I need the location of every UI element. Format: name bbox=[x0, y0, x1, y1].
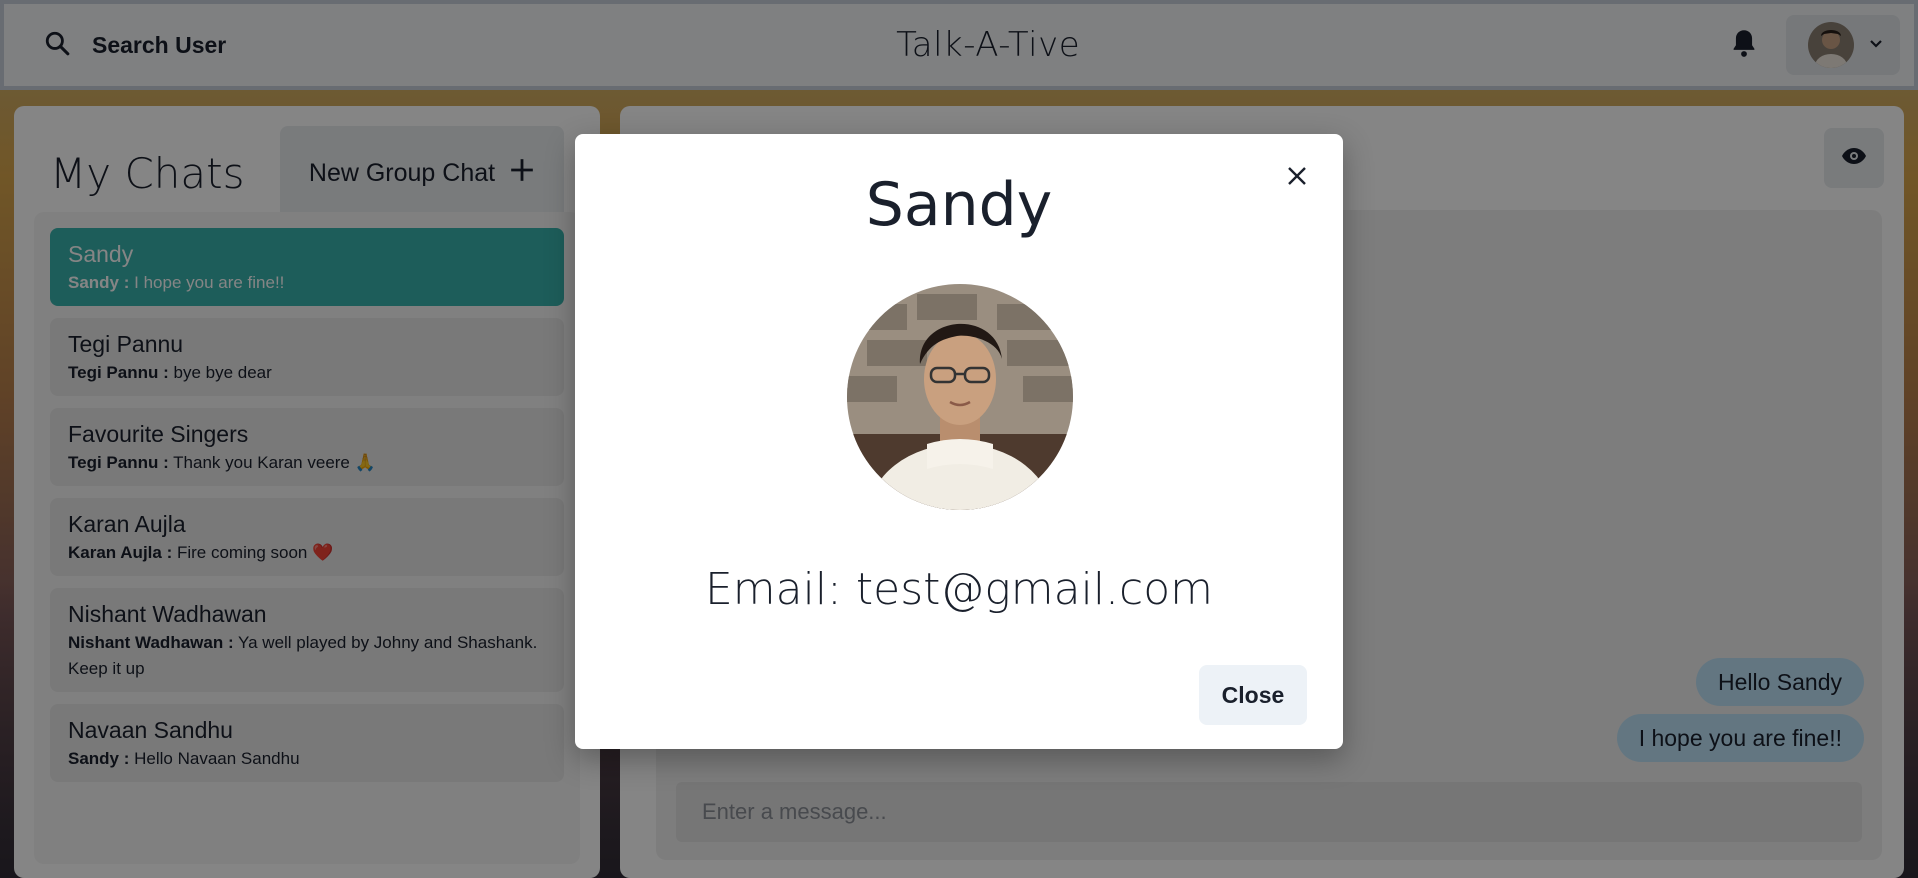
profile-email: Email: test@gmail.com bbox=[704, 564, 1214, 615]
close-button[interactable]: Close bbox=[1199, 665, 1307, 725]
modal-title: Sandy bbox=[865, 170, 1053, 240]
close-icon[interactable] bbox=[1277, 156, 1317, 196]
profile-avatar bbox=[847, 284, 1073, 510]
profile-modal: Sandy Email: test@gmail.com Close bbox=[575, 134, 1343, 749]
